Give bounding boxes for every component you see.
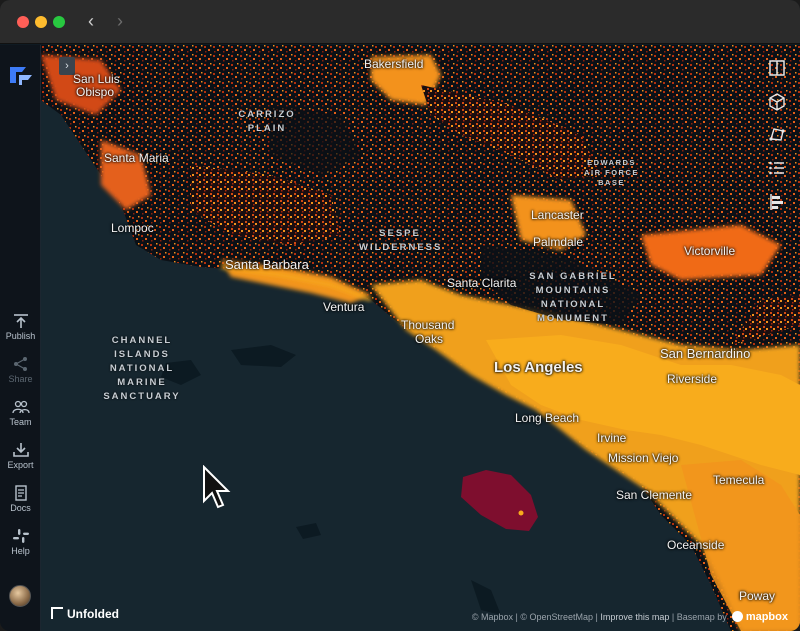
unfolded-logo-icon[interactable] (8, 63, 34, 87)
improve-map-link[interactable]: Improve this map (600, 612, 669, 622)
attribution-text: © Mapbox | © OpenStreetMap | (471, 612, 601, 622)
export-icon (12, 443, 29, 457)
draw-polygon-icon[interactable] (766, 123, 788, 145)
map-label-region: EDWARDS AIR FORCE BASE (584, 158, 639, 187)
zoom-window-button[interactable] (53, 16, 65, 28)
map-label-city: Santa Clarita (447, 276, 517, 290)
back-arrow-icon[interactable]: ‹ (80, 10, 102, 32)
map-label-city: San Bernardino (660, 346, 751, 361)
sidebar-item-export[interactable]: Export (0, 442, 41, 470)
mapbox-logo-icon (732, 611, 744, 622)
slack-icon (12, 529, 29, 543)
close-window-button[interactable] (17, 16, 29, 28)
share-icon (13, 357, 27, 371)
sidebar-item-team[interactable]: Team (0, 399, 41, 427)
map-label-city: Obispo (76, 85, 115, 99)
app-window: ‹ › Publish Share Team Export Docs Help … (0, 0, 800, 631)
legend-list-icon[interactable] (766, 157, 788, 179)
map-label-city: Santa Barbara (225, 257, 309, 272)
unfolded-brand[interactable]: Unfolded (51, 607, 119, 621)
map-label-city: Palmdale (533, 235, 584, 249)
map-label-region: SESPE WILDERNESS (359, 228, 443, 253)
sidebar-item-help[interactable]: Help (0, 528, 41, 556)
sidebar-item-label: Export (7, 460, 34, 470)
docs-icon (14, 485, 27, 501)
map-label-region: SAN GABRIEL MOUNTAINS NATIONAL MONUMENT (529, 271, 617, 324)
sidebar-item-label: Team (9, 417, 32, 427)
map-label-city: Oceanside (667, 538, 725, 552)
map-label-city: Irvine (597, 431, 627, 445)
sidebar-item-label: Publish (5, 331, 36, 341)
sidebar-item-label: Docs (10, 503, 31, 513)
map-attribution: © Mapbox | © OpenStreetMap | Improve thi… (472, 611, 788, 623)
publish-icon (13, 314, 28, 328)
brand-name: Unfolded (67, 607, 119, 621)
map-label-city: Thousand (401, 318, 455, 332)
map-label-region: CHANNEL ISLANDS NATIONAL MARINE SANCTUARY (103, 335, 181, 402)
3d-cube-icon[interactable] (766, 91, 788, 113)
avatar[interactable] (9, 585, 31, 607)
histogram-icon[interactable] (766, 191, 788, 213)
map-label-city: Riverside (667, 372, 718, 386)
map-label-city: Santa Maria (104, 151, 169, 165)
map-label-city: Long Beach (515, 411, 580, 425)
sidebar-item-publish[interactable]: Publish (0, 313, 41, 341)
map-label-city: Lompoc (111, 221, 154, 235)
map-label-city: Los Angeles (494, 359, 583, 376)
mouse-cursor-icon (203, 465, 231, 509)
map-label-region: CARRIZO PLAIN (238, 109, 296, 134)
map-label-city: Oaks (415, 332, 444, 346)
map-label-city: Bakersfield (364, 57, 424, 71)
map-label-city: Ventura (323, 300, 365, 314)
map-label-city: Lancaster (531, 208, 584, 222)
map-label-city: San Luis (73, 72, 120, 86)
sidebar-item-label: Help (11, 546, 30, 556)
unfolded-logo-icon (51, 607, 63, 619)
map-label-city: Poway (739, 589, 776, 603)
sidebar-item-label: Share (8, 374, 33, 384)
map-label-city: Temecula (713, 473, 765, 487)
forward-arrow-icon[interactable]: › (109, 10, 131, 32)
sidebar-item-share[interactable]: Share (0, 356, 41, 384)
map-canvas[interactable]: › San Luis Obispo Bakersfield Santa Mari… (41, 45, 800, 631)
left-sidebar: Publish Share Team Export Docs Help (0, 45, 41, 631)
sidebar-item-docs[interactable]: Docs (0, 485, 41, 513)
map-label-city: Victorville (684, 244, 736, 258)
map-label-city: Mission Viejo (608, 451, 679, 465)
split-map-icon[interactable] (766, 57, 788, 79)
map-label-city: San Clemente (616, 488, 693, 502)
basemap-text: | Basemap by (669, 612, 727, 622)
team-icon (11, 400, 30, 414)
title-bar: ‹ › (0, 0, 800, 44)
mapbox-label: mapbox (745, 611, 788, 623)
minimize-window-button[interactable] (35, 16, 47, 28)
